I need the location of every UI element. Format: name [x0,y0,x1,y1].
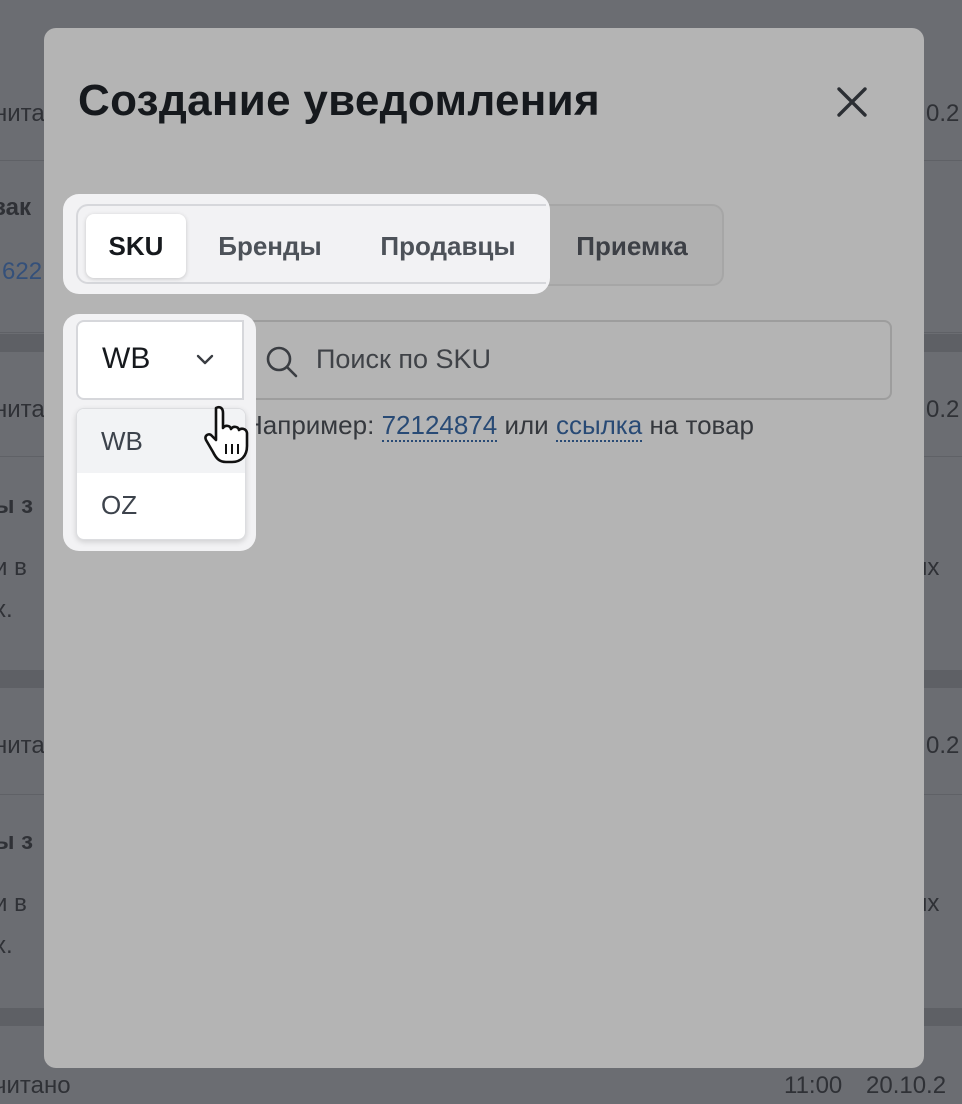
background-text: 0.2 [926,396,960,423]
close-button[interactable] [830,80,874,124]
background-text: читано [0,1072,71,1099]
hint-suffix: на товар [649,410,754,440]
search-icon [266,346,298,378]
chevron-down-icon [196,354,214,365]
background-text: х. [0,932,13,959]
background-text: 0.2 [926,100,960,127]
hint-middle: или [504,410,549,440]
tab-sku[interactable]: SKU [86,214,186,278]
create-notification-modal: Создание уведомления SKU Бренды Продавцы… [44,28,924,1068]
background-text: х. [0,596,13,623]
close-icon [837,87,867,117]
hint-prefix: Например: [244,410,375,440]
example-url-link[interactable]: ссылка [555,410,643,442]
background-text: ы з [0,828,34,855]
background-text: зак [0,194,31,221]
background-text: ы з [0,492,34,519]
tab-acceptance[interactable]: Приемка [562,214,702,278]
background-text: 0.2 [926,732,960,759]
marketplace-select-value: WB [102,342,151,375]
background-time: 11:00 [784,1072,843,1099]
example-sku-link[interactable]: 72124874 [381,410,498,442]
background-text: нита [0,100,45,127]
background-date: 20.10.2 [866,1072,947,1099]
option-oz[interactable]: OZ [77,473,245,537]
background-text: нита [0,732,45,759]
search-hint: Например: 72124874 или ссылка на товар [244,410,754,442]
tab-sellers[interactable]: Продавцы [364,214,532,278]
background-link: 622 [2,258,43,285]
background-text: и в [0,890,27,917]
background-text: и в [0,554,27,581]
marketplace-select[interactable]: WB [76,320,244,400]
search-input[interactable] [314,328,878,390]
modal-title: Создание уведомления [78,76,600,125]
hand-cursor-icon [204,405,249,464]
tab-brands[interactable]: Бренды [204,214,336,278]
background-text: нита [0,396,45,423]
